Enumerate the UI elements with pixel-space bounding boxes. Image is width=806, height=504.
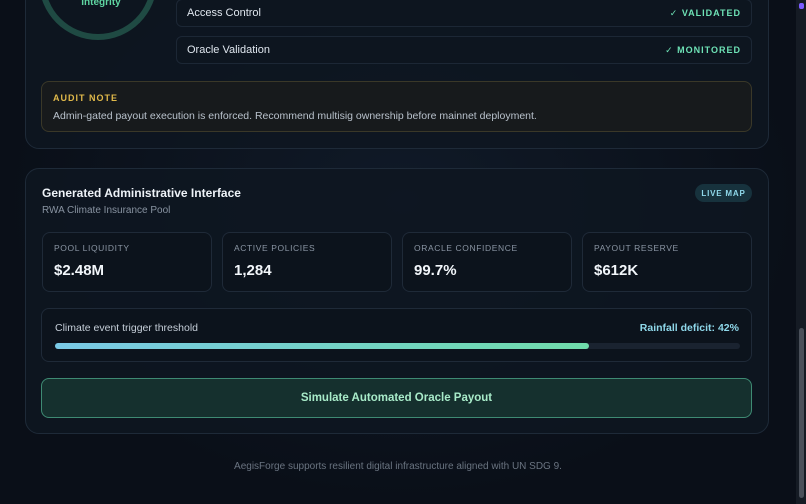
metric-value: 99.7% <box>414 262 457 279</box>
metric-oracle-confidence: ORACLE CONFIDENCE 99.7% <box>402 232 572 292</box>
threshold-progress-track <box>55 343 740 349</box>
check-status-badge: ✓ MONITORED <box>665 44 741 55</box>
scrollbar-thumb[interactable] <box>799 328 804 498</box>
check-status-badge: ✓ VALIDATED <box>669 7 741 18</box>
audit-note: AUDIT NOTE Admin-gated payout execution … <box>41 81 752 132</box>
check-name: Access Control <box>187 7 261 19</box>
check-row-access-control: Access Control ✓ VALIDATED <box>176 0 752 27</box>
metric-pool-liquidity: POOL LIQUIDITY $2.48M <box>42 232 212 292</box>
metric-value: 1,284 <box>234 262 272 279</box>
audit-note-text: Admin-gated payout execution is enforced… <box>53 110 537 122</box>
threshold-progress-fill <box>55 343 590 349</box>
interface-subtitle: RWA Climate Insurance Pool <box>42 205 171 216</box>
simulate-payout-button[interactable]: Simulate Automated Oracle Payout <box>41 378 752 418</box>
metric-label: ACTIVE POLICIES <box>234 243 316 253</box>
check-name: Oracle Validation <box>187 44 270 56</box>
threshold-label: Climate event trigger threshold <box>55 322 198 334</box>
trigger-threshold-panel: Climate event trigger threshold Rainfall… <box>41 308 752 362</box>
metric-active-policies: ACTIVE POLICIES 1,284 <box>222 232 392 292</box>
rainfall-deficit-value: Rainfall deficit: 42% <box>639 322 739 334</box>
metric-label: ORACLE CONFIDENCE <box>414 243 518 253</box>
footer-text: AegisForge supports resilient digital in… <box>234 461 562 472</box>
integrity-label: Integrity <box>81 0 121 8</box>
interface-title: Generated Administrative Interface <box>42 186 241 200</box>
audit-note-title: AUDIT NOTE <box>53 93 118 103</box>
metric-payout-reserve: PAYOUT RESERVE $612K <box>582 232 752 292</box>
scrollbar-indicator <box>799 3 804 9</box>
metric-value: $2.48M <box>54 262 105 279</box>
metric-label: PAYOUT RESERVE <box>594 243 679 253</box>
live-map-badge[interactable]: LIVE MAP <box>695 184 752 202</box>
metric-value: $612K <box>594 262 639 279</box>
metric-label: POOL LIQUIDITY <box>54 243 130 253</box>
check-row-oracle-validation: Oracle Validation ✓ MONITORED <box>176 36 752 64</box>
